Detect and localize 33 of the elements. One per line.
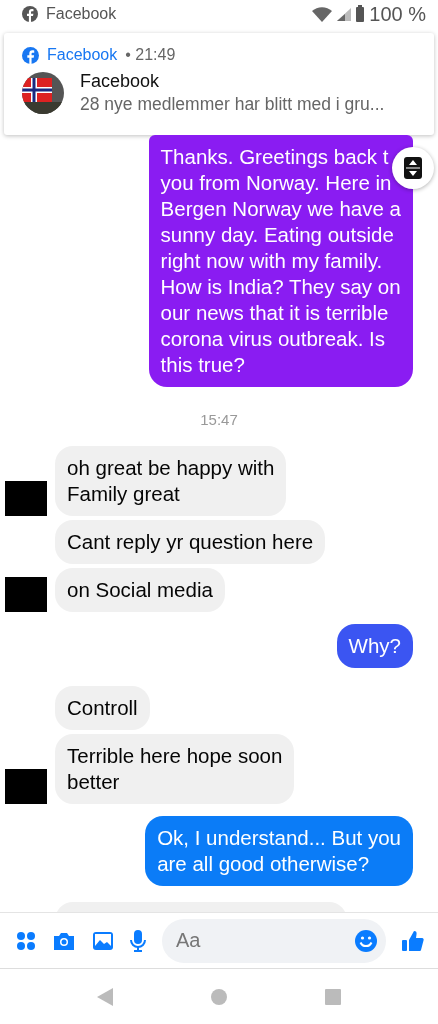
notification-title: Facebook: [80, 71, 161, 93]
battery-icon: [355, 5, 366, 23]
apps-icon[interactable]: [16, 930, 36, 951]
sent-message: Thanks. Greetings back t you from Norway. Here in Bergen Norway we have a sunny day. Eating outside right now with my family. How is India? They say on our news that it is terrible corona virus outbreak. Is this true?: [148, 135, 413, 387]
redacted-avatar: [5, 480, 47, 516]
smiley-icon[interactable]: [354, 928, 378, 953]
thumbs-up-icon[interactable]: [402, 929, 424, 952]
battery-percent: 100 %: [369, 2, 426, 27]
up-down-arrows-icon: [404, 157, 422, 179]
received-message: Cant reply yr question here: [55, 519, 326, 564]
notification-app-name: Facebook: [47, 45, 118, 65]
microphone-icon[interactable]: [130, 929, 146, 952]
received-message: oh great be happy with Family great: [55, 445, 287, 516]
message-field[interactable]: Aa: [162, 918, 386, 963]
image-icon[interactable]: [92, 930, 114, 951]
facebook-icon: [22, 6, 38, 22]
notification-card[interactable]: Facebook • 21:49 Facebook 28 nye medlemmer har blitt med i gru...: [4, 33, 434, 135]
redacted-avatar: [5, 576, 47, 612]
received-message: Terrible here hope soon better: [55, 733, 295, 804]
message-input[interactable]: Aa: [176, 920, 296, 961]
facebook-icon: [22, 46, 39, 64]
redacted-avatar: [5, 768, 47, 804]
notification-text: 28 nye medlemmer har blitt med i gru...: [80, 92, 385, 116]
scroll-button[interactable]: [392, 147, 434, 189]
notification-time: • 21:49: [125, 45, 176, 65]
received-message: Controll: [55, 685, 150, 730]
received-message: on Social media: [55, 567, 225, 612]
sent-message: Why?: [336, 623, 413, 668]
timestamp: 15:47: [200, 410, 238, 430]
camera-icon[interactable]: [52, 930, 76, 951]
status-app-name: Facebook: [46, 4, 117, 24]
sent-message: Ok, I understand... But you are all good otherwise?: [145, 815, 413, 886]
flag-avatar: [22, 72, 64, 115]
